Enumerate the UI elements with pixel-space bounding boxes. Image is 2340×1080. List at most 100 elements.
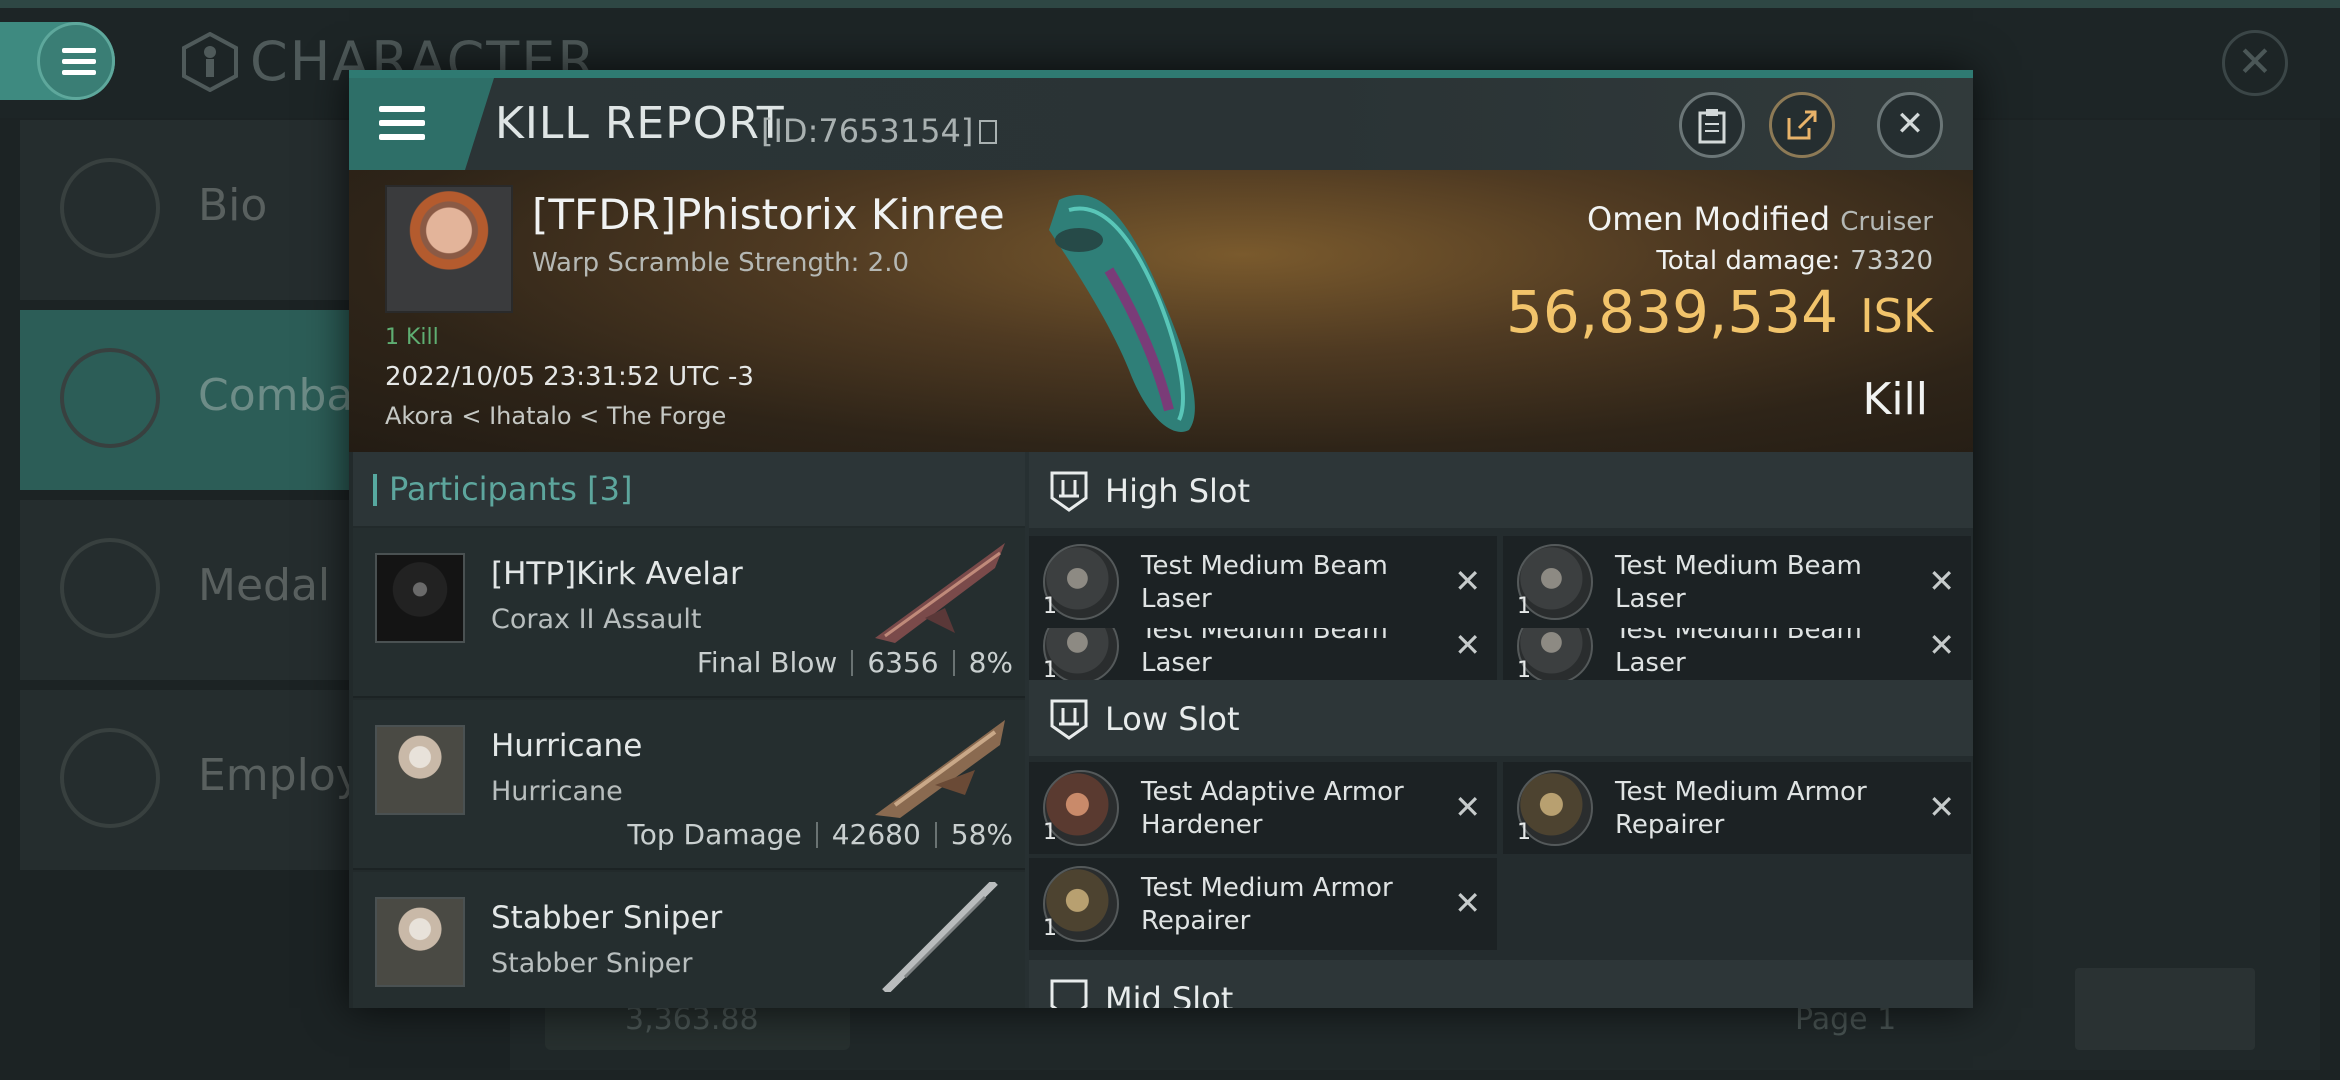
destroyed-icon: ✕ [1928, 788, 1955, 826]
destroyed-icon: ✕ [1454, 626, 1481, 664]
participant-damage: 42680 [831, 818, 921, 851]
destroyed-icon: ✕ [1454, 788, 1481, 826]
avatar [375, 897, 465, 987]
isk-amount: 56,839,534 [1505, 278, 1839, 346]
crossed-swords-icon [60, 348, 160, 448]
participant-name: Stabber Sniper [491, 900, 723, 936]
sidebar-item-medal[interactable]: Medal [20, 500, 350, 680]
module-name: Test Medium Armor Repairer [1141, 873, 1393, 936]
divider [952, 650, 955, 676]
sidebar-item-employ[interactable]: Employ [20, 690, 362, 870]
participant-percent: 8% [968, 646, 1013, 679]
module-item[interactable]: 1 Test Medium Beam Laser ✕ [1503, 536, 1971, 628]
share-icon [1787, 110, 1817, 140]
participant-row[interactable]: Hurricane Hurricane Top Damage 42680 58% [353, 700, 1025, 870]
main-menu-button[interactable] [0, 22, 115, 100]
close-icon[interactable]: ✕ [2222, 30, 2288, 96]
participant-row[interactable]: [HTP]Kirk Avelar Corax II Assault Final … [353, 528, 1025, 698]
sidebar-item-label: Medal [198, 560, 331, 611]
destroyed-icon: ✕ [1454, 562, 1481, 600]
avatar [375, 725, 465, 815]
victim-name[interactable]: [TFDR]Phistorix Kinree [532, 190, 1005, 239]
character-sidebar: Bio Combat Medal Employ [20, 120, 371, 880]
participant-ship: Hurricane [491, 776, 623, 807]
kill-timestamp: 2022/10/05 23:31:52 UTC -3 [385, 362, 754, 392]
divider [815, 822, 818, 848]
star-hexagon-icon [60, 538, 160, 638]
close-icon: ✕ [1895, 104, 1925, 144]
module-name: Test Adaptive Armor Hardener [1141, 777, 1404, 840]
header-accent-bar [373, 474, 377, 506]
participant-ship: Corax II Assault [491, 604, 702, 635]
module-name: Test Medium Armor Repairer [1615, 777, 1867, 840]
high-slot-icon [1050, 471, 1088, 512]
participants-panel: Participants [3] [HTP]Kirk Avelar Corax … [349, 452, 1025, 1008]
participant-role: Final Blow [696, 646, 838, 679]
high-slot-header: High Slot [1029, 452, 1973, 528]
participant-damage: 6356 [867, 646, 939, 679]
high-slot-label: High Slot [1105, 472, 1251, 510]
participant-ship-image [875, 720, 1005, 818]
module-quantity: 1 [1517, 594, 1531, 619]
modal-header: KILL REPORT [ID:7653154] ✕ [349, 78, 1973, 170]
share-button[interactable] [1769, 92, 1835, 158]
participant-name: [HTP]Kirk Avelar [491, 556, 743, 592]
kill-report-modal: KILL REPORT [ID:7653154] ✕ [TFDR]Phistor… [349, 70, 1973, 1008]
participants-title: Participants [3] [389, 470, 633, 508]
menu-icon [379, 106, 425, 142]
total-damage-value: 73320 [1850, 246, 1933, 276]
kill-id[interactable]: [ID:7653154] [761, 112, 998, 150]
warp-scramble-strength: Warp Scramble Strength: 2.0 [532, 248, 910, 278]
module-item[interactable]: 1 Test Medium Beam Laser ✕ [1029, 536, 1497, 628]
destroyed-icon: ✕ [1454, 884, 1481, 922]
low-slot-header: Low Slot [1029, 680, 1973, 756]
list-icon [60, 158, 160, 258]
module-quantity: 1 [1517, 820, 1531, 845]
fitting-panel: High Slot 1 Test Medium Beam Laser ✕ 1 T… [1029, 452, 1973, 1008]
participant-ship-image [882, 882, 998, 992]
close-button[interactable]: ✕ [1877, 92, 1943, 158]
module-name: Test Medium Beam Laser [1615, 551, 1862, 614]
modal-menu-button[interactable] [349, 78, 494, 170]
sidebar-item-combat[interactable]: Combat [20, 310, 371, 490]
avatar [375, 553, 465, 643]
participant-role: Top Damage [627, 818, 802, 851]
copy-icon [979, 120, 998, 144]
isk-unit: ISK [1860, 289, 1933, 343]
low-slot-icon [1050, 699, 1088, 740]
destroyed-icon: ✕ [1928, 626, 1955, 664]
top-strip [0, 0, 2340, 8]
victim-portrait[interactable] [385, 185, 513, 313]
star-circle-icon [60, 728, 160, 828]
sidebar-item-label: Combat [198, 370, 371, 421]
module-item[interactable]: 1 Test Medium Armor Repairer ✕ [1029, 858, 1497, 950]
victim-ship-image[interactable] [1039, 180, 1219, 440]
module-item[interactable]: 1 Test Medium Armor Repairer ✕ [1503, 762, 1971, 854]
victim-ship-name: Omen Modified Cruiser [1587, 200, 1933, 238]
participant-ship-image [875, 543, 1005, 643]
mid-slot-label: Mid Slot [1105, 980, 1234, 1008]
victim-kill-count: 1 Kill [385, 325, 439, 350]
module-quantity: 1 [1043, 916, 1057, 941]
total-damage-label: Total damage: [1656, 246, 1841, 276]
module-item[interactable]: 1 Test Adaptive Armor Hardener ✕ [1029, 762, 1497, 854]
victim-banner: [TFDR]Phistorix Kinree Warp Scramble Str… [349, 170, 1973, 452]
ship-name-text: Omen Modified [1587, 200, 1831, 238]
clipboard-button[interactable] [1679, 92, 1745, 158]
filter-button[interactable] [2075, 968, 2255, 1050]
divider [851, 650, 854, 676]
divider [934, 822, 937, 848]
module-quantity: 1 [1043, 820, 1057, 845]
participant-row[interactable]: Stabber Sniper Stabber Sniper [353, 872, 1025, 1008]
sidebar-item-bio[interactable]: Bio [20, 120, 350, 300]
participants-header: Participants [3] [353, 452, 1025, 526]
modal-title: KILL REPORT [495, 98, 785, 149]
participant-stats: Top Damage 42680 58% [627, 818, 1013, 851]
isk-value: 56,839,534 ISK [1506, 278, 1933, 346]
participant-percent: 58% [950, 818, 1013, 851]
clipboard-icon [1698, 109, 1726, 144]
module-name: Test Medium Beam Laser [1141, 551, 1388, 614]
ship-class: Cruiser [1840, 207, 1933, 237]
participant-name: Hurricane [491, 728, 643, 764]
total-damage: Total damage: 73320 [1656, 246, 1933, 276]
